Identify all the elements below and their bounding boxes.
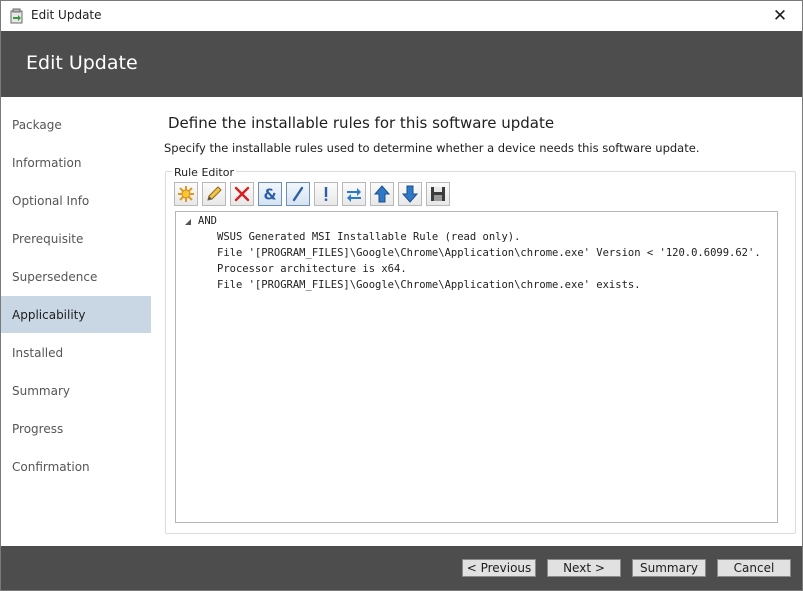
wizard-sidebar: Package Information Optional Info Prereq…	[1, 97, 151, 546]
rule-editor-label: Rule Editor	[172, 166, 236, 179]
svg-text:&: &	[263, 186, 276, 204]
save-rules-button[interactable]	[426, 182, 450, 206]
title-bar: Edit Update ✕	[1, 1, 802, 31]
tree-rule-item[interactable]: File '[PROGRAM_FILES]\Google\Chrome\Appl…	[217, 279, 641, 291]
sidebar-item-label: Optional Info	[12, 193, 90, 208]
tree-rule-item[interactable]: File '[PROGRAM_FILES]\Google\Chrome\Appl…	[217, 247, 761, 259]
or-group-button[interactable]	[286, 182, 310, 206]
sidebar-item-applicability[interactable]: Applicability	[1, 296, 151, 333]
or-slash-icon	[289, 185, 307, 203]
page-title: Edit Update	[26, 52, 138, 74]
edit-rule-button[interactable]	[202, 182, 226, 206]
close-icon: ✕	[772, 6, 788, 26]
delete-icon	[233, 185, 251, 203]
window-title: Edit Update	[31, 8, 102, 22]
sidebar-item-label: Information	[12, 155, 82, 170]
cancel-button[interactable]: Cancel	[717, 559, 791, 577]
section-description: Specify the installable rules used to de…	[164, 141, 700, 155]
sidebar-item-confirmation[interactable]: Confirmation	[1, 448, 151, 485]
rule-editor-group: Rule Editor & AND WSUS Generated MSI Ins…	[165, 166, 796, 534]
summary-button[interactable]: Summary	[632, 559, 706, 577]
sidebar-item-package[interactable]: Package	[1, 106, 151, 143]
sidebar-item-prerequisite[interactable]: Prerequisite	[1, 220, 151, 257]
next-button[interactable]: Next >	[547, 559, 621, 577]
sidebar-item-progress[interactable]: Progress	[1, 410, 151, 447]
close-button[interactable]: ✕	[758, 1, 802, 31]
tree-root-node[interactable]: AND	[184, 215, 217, 227]
move-up-button[interactable]	[370, 182, 394, 206]
tree-root-label: AND	[198, 215, 217, 227]
main-content: Define the installable rules for this so…	[151, 97, 802, 546]
wizard-footer: < Previous Next > Summary Cancel	[1, 546, 802, 590]
swap-rule-button[interactable]	[342, 182, 366, 206]
save-disk-icon	[429, 185, 447, 203]
not-exclamation-icon	[317, 185, 335, 203]
page-header: Edit Update	[1, 31, 802, 97]
sidebar-item-label: Summary	[12, 383, 70, 398]
and-ampersand-icon: &	[261, 185, 279, 204]
new-rule-button[interactable]	[174, 182, 198, 206]
sidebar-item-label: Progress	[12, 421, 64, 436]
sidebar-item-optional-info[interactable]: Optional Info	[1, 182, 151, 219]
delete-rule-button[interactable]	[230, 182, 254, 206]
previous-button[interactable]: < Previous	[462, 559, 536, 577]
swap-arrows-icon	[345, 185, 363, 203]
section-title: Define the installable rules for this so…	[168, 114, 555, 132]
sidebar-item-label: Confirmation	[12, 459, 90, 474]
edit-update-window: Edit Update ✕ Edit Update Package Inform…	[0, 0, 803, 591]
sidebar-item-label: Applicability	[12, 307, 86, 322]
move-up-arrow-icon	[373, 185, 391, 203]
sidebar-item-label: Installed	[12, 345, 64, 360]
sidebar-item-label: Prerequisite	[12, 231, 84, 246]
sidebar-item-label: Supersedence	[12, 269, 98, 284]
sidebar-item-information[interactable]: Information	[1, 144, 151, 181]
rules-tree[interactable]: AND WSUS Generated MSI Installable Rule …	[175, 211, 778, 523]
new-rule-icon	[177, 185, 195, 203]
move-down-button[interactable]	[398, 182, 422, 206]
sidebar-item-label: Package	[12, 117, 62, 132]
move-down-arrow-icon	[401, 185, 419, 203]
and-group-button[interactable]: &	[258, 182, 282, 206]
collapse-triangle-icon[interactable]	[184, 217, 192, 225]
sidebar-item-summary[interactable]: Summary	[1, 372, 151, 409]
tree-rule-item[interactable]: Processor architecture is x64.	[217, 263, 407, 275]
not-rule-button[interactable]	[314, 182, 338, 206]
sidebar-item-installed[interactable]: Installed	[1, 334, 151, 371]
rule-editor-toolbar: &	[174, 182, 450, 206]
edit-pencil-icon	[205, 185, 223, 203]
wizard-app-icon	[9, 8, 25, 24]
tree-rule-item[interactable]: WSUS Generated MSI Installable Rule (rea…	[217, 231, 520, 243]
sidebar-item-supersedence[interactable]: Supersedence	[1, 258, 151, 295]
